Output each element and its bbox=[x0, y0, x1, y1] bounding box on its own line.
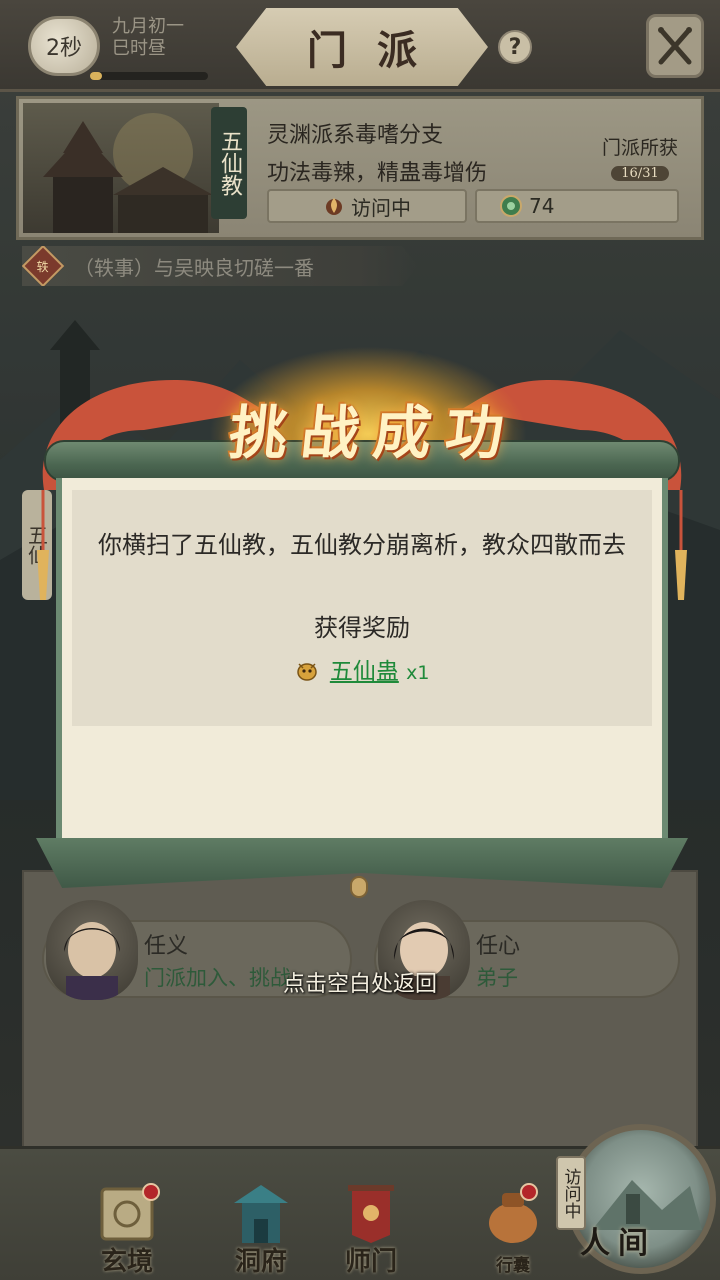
tap-to-return-hint[interactable]: 点击空白处返回 bbox=[0, 966, 720, 998]
help-button[interactable]: ? bbox=[498, 30, 532, 64]
resource-pill: 74 bbox=[475, 189, 679, 223]
anecdote-ribbon[interactable]: 轶 （轶事）与吴映良切磋一番 bbox=[22, 246, 418, 286]
page-title-plate: 门派 bbox=[236, 8, 488, 86]
notification-dot bbox=[142, 1183, 160, 1201]
member-list: 任义 门派加入、挑战 任心 弟子 bbox=[22, 870, 698, 1160]
world-label: 人间 bbox=[580, 1226, 656, 1261]
member-name: 任心 bbox=[476, 934, 521, 959]
pavilion-icon bbox=[234, 1185, 288, 1243]
banner-icon bbox=[348, 1185, 394, 1243]
member-name: 任义 bbox=[144, 934, 189, 959]
scroll-knob bbox=[350, 876, 368, 898]
anecdote-badge: 轶 bbox=[22, 246, 65, 286]
close-button[interactable] bbox=[646, 14, 704, 78]
result-message: 你横扫了五仙教，五仙教分崩离析，教众四散而去 bbox=[98, 531, 626, 559]
page-title: 门派 bbox=[307, 27, 447, 74]
gu-insect-icon bbox=[296, 663, 317, 681]
top-bar: 2秒 九月初一 巳时昼 门派 ? bbox=[0, 0, 720, 92]
tassel-icon bbox=[37, 490, 49, 600]
nav-xuanjing[interactable]: 玄境 bbox=[72, 1169, 182, 1279]
nav-label: 行囊 bbox=[496, 1256, 530, 1276]
nav-label: 玄境 bbox=[100, 1247, 153, 1277]
sect-gain-label: 门派所获 bbox=[601, 137, 678, 159]
nav-label: 洞府 bbox=[234, 1247, 287, 1277]
nav-xingnang[interactable]: 行囊 bbox=[458, 1169, 568, 1279]
time-progress-fill bbox=[90, 72, 102, 80]
resource-value: 74 bbox=[529, 194, 555, 218]
sect-building-image bbox=[43, 113, 213, 233]
sect-image bbox=[23, 103, 219, 233]
jade-coin-icon bbox=[500, 195, 522, 217]
sect-name-vertical: 五仙教 bbox=[211, 107, 247, 219]
tassel-icon bbox=[675, 490, 687, 600]
sect-gain-count: 16/31 bbox=[611, 166, 669, 181]
reward-item-link[interactable]: 五仙蛊 bbox=[330, 659, 399, 685]
flame-icon bbox=[326, 198, 342, 215]
time-progress-bar bbox=[90, 72, 208, 80]
notification-dot bbox=[520, 1183, 538, 1201]
date-line1: 九月初一 bbox=[112, 16, 184, 37]
help-icon: ? bbox=[508, 34, 522, 60]
sect-gain-button[interactable]: 门派所获 16/31 bbox=[587, 133, 693, 182]
sect-info-card: 五仙教 灵渊派系毒嗜分支 功法毒辣，精蛊毒增伤 访问中 74 门派所获 16/3… bbox=[16, 96, 704, 240]
reward-quantity: x1 bbox=[406, 662, 430, 684]
date-text: 九月初一 巳时昼 bbox=[112, 16, 184, 60]
visit-status-label: 访问中 bbox=[351, 195, 411, 220]
sect-desc-line2: 功法毒辣，精蛊毒增伤 bbox=[267, 161, 488, 186]
time-badge: 2秒 bbox=[28, 16, 100, 76]
nav-label: 师门 bbox=[344, 1247, 397, 1277]
reward-line: 五仙蛊 x1 bbox=[74, 652, 650, 686]
modal-title: 挑战成功 bbox=[225, 399, 522, 467]
anecdote-badge-label: 轶 bbox=[36, 259, 50, 274]
reward-title: 获得奖励 bbox=[314, 614, 410, 642]
nav-shimen[interactable]: 师门 bbox=[316, 1169, 426, 1279]
challenge-result-modal: 挑战成功 你横扫了五仙教，五仙教分崩离析，教众四散而去 获得奖励 五仙蛊 x1 bbox=[24, 340, 700, 900]
date-line2: 巳时昼 bbox=[112, 38, 166, 59]
visit-status-pill[interactable]: 访问中 bbox=[267, 189, 467, 223]
close-icon bbox=[658, 27, 692, 65]
anecdote-text: （轶事）与吴映良切磋一番 bbox=[74, 255, 314, 280]
nav-dongfu[interactable]: 洞府 bbox=[206, 1169, 316, 1279]
sect-desc-line1: 灵渊派系毒嗜分支 bbox=[267, 123, 444, 148]
time-label: 2秒 bbox=[46, 36, 82, 61]
